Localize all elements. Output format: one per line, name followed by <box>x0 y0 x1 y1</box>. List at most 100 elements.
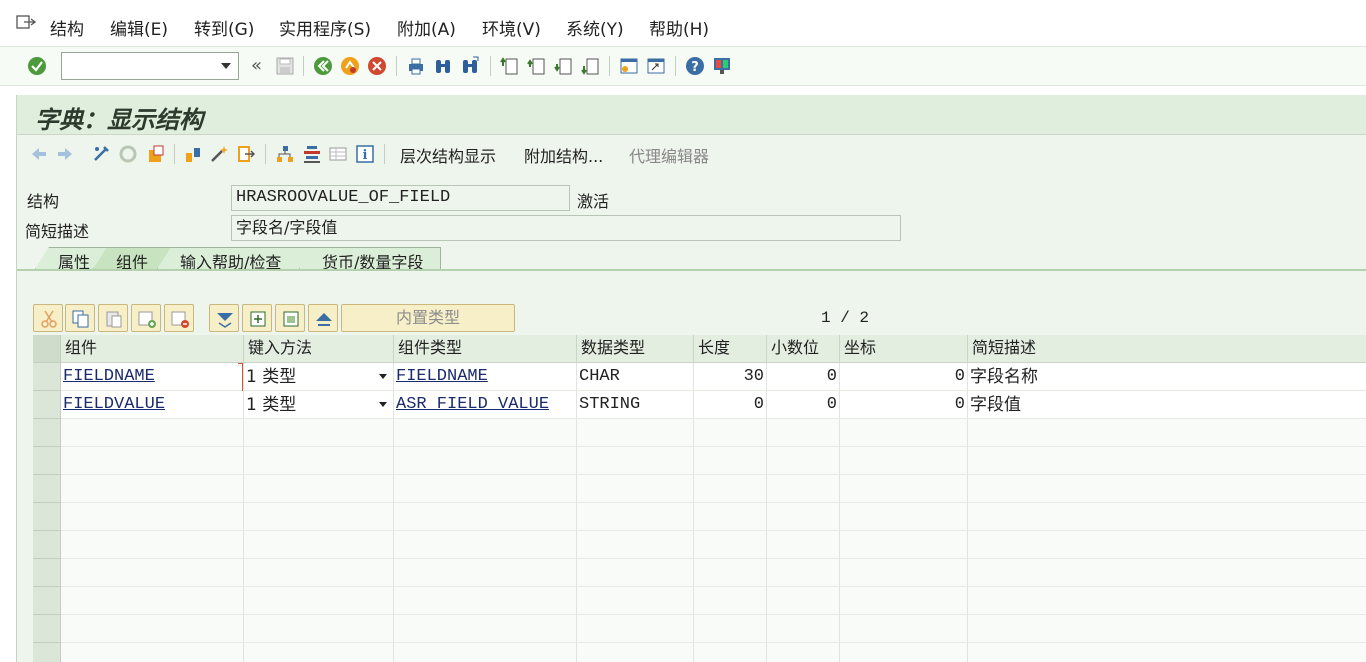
column-header[interactable]: 组件 <box>61 335 244 363</box>
dropdown-arrow-icon[interactable] <box>379 402 387 407</box>
filter-button[interactable] <box>209 304 239 332</box>
empty-cell[interactable] <box>61 531 244 559</box>
typing-method-cell[interactable]: 1 类型 <box>244 363 394 391</box>
empty-cell[interactable] <box>577 475 694 503</box>
collapse-button[interactable] <box>308 304 338 332</box>
component-name-cell[interactable]: FIELDNAME <box>61 363 244 391</box>
empty-cell[interactable] <box>394 419 577 447</box>
empty-cell[interactable] <box>61 447 244 475</box>
menu-edit[interactable]: 编辑(E) <box>110 15 168 40</box>
empty-cell[interactable] <box>244 503 394 531</box>
find-next-icon[interactable] <box>460 56 480 76</box>
short-desc-field[interactable]: 字段名/字段值 <box>231 215 901 241</box>
enter-icon[interactable] <box>27 56 47 76</box>
empty-cell[interactable] <box>767 531 840 559</box>
prev-page-icon[interactable] <box>527 56 547 76</box>
empty-cell[interactable] <box>694 587 767 615</box>
empty-cell[interactable] <box>840 503 968 531</box>
empty-cell[interactable] <box>968 475 1366 503</box>
first-page-icon[interactable] <box>500 56 520 76</box>
menu-extras[interactable]: 附加(A) <box>397 15 456 40</box>
empty-cell[interactable] <box>244 447 394 475</box>
empty-cell[interactable] <box>577 503 694 531</box>
empty-cell[interactable] <box>61 615 244 643</box>
menu-structure[interactable]: 结构 <box>50 15 84 40</box>
collapse-toolbar-icon[interactable]: « <box>251 55 262 76</box>
tab-currency-quantity[interactable]: 货币/数量字段 <box>299 247 441 269</box>
info-icon[interactable]: i <box>355 144 375 164</box>
dropdown-arrow-icon[interactable] <box>379 374 387 379</box>
empty-cell[interactable] <box>394 531 577 559</box>
typing-method-cell[interactable]: 1 类型 <box>244 391 394 419</box>
empty-cell[interactable] <box>694 643 767 662</box>
empty-cell[interactable] <box>767 447 840 475</box>
empty-cell[interactable] <box>840 475 968 503</box>
row-selector[interactable] <box>33 587 61 615</box>
row-selector[interactable] <box>33 419 61 447</box>
back-arrow-icon[interactable] <box>29 144 49 164</box>
command-input[interactable] <box>62 53 212 79</box>
empty-cell[interactable] <box>394 587 577 615</box>
insert-include-button[interactable] <box>242 304 272 332</box>
empty-cell[interactable] <box>394 559 577 587</box>
empty-cell[interactable] <box>968 559 1366 587</box>
empty-cell[interactable] <box>694 503 767 531</box>
command-field[interactable] <box>61 52 239 80</box>
empty-cell[interactable] <box>394 615 577 643</box>
column-header[interactable]: 坐标 <box>840 335 968 363</box>
empty-cell[interactable] <box>767 587 840 615</box>
menu-logo-icon[interactable] <box>16 14 36 30</box>
empty-cell[interactable] <box>968 503 1366 531</box>
empty-cell[interactable] <box>840 447 968 475</box>
column-header[interactable]: 简短描述 <box>968 335 1366 363</box>
component-type-cell[interactable]: ASR_FIELD_VALUE <box>394 391 577 419</box>
empty-cell[interactable] <box>840 615 968 643</box>
empty-cell[interactable] <box>61 503 244 531</box>
row-selector[interactable] <box>33 391 61 419</box>
empty-cell[interactable] <box>577 447 694 475</box>
delete-row-button[interactable] <box>164 304 194 332</box>
empty-cell[interactable] <box>840 531 968 559</box>
activate-icon[interactable] <box>146 144 166 164</box>
row-selector[interactable] <box>33 643 61 662</box>
empty-cell[interactable] <box>244 587 394 615</box>
empty-cell[interactable] <box>694 447 767 475</box>
table-view-icon[interactable] <box>328 144 348 164</box>
tab-input-help[interactable]: 输入帮助/检查 <box>157 247 323 269</box>
empty-cell[interactable] <box>577 587 694 615</box>
empty-cell[interactable] <box>968 587 1366 615</box>
row-selector[interactable] <box>33 615 61 643</box>
empty-cell[interactable] <box>61 419 244 447</box>
empty-cell[interactable] <box>840 643 968 662</box>
empty-cell[interactable] <box>61 587 244 615</box>
empty-cell[interactable] <box>577 559 694 587</box>
column-header[interactable]: 小数位 <box>767 335 840 363</box>
chevron-down-icon[interactable] <box>221 63 231 69</box>
empty-cell[interactable] <box>968 447 1366 475</box>
empty-cell[interactable] <box>767 419 840 447</box>
component-name-cell[interactable]: FIELDVALUE <box>61 391 244 419</box>
menu-environment[interactable]: 环境(V) <box>482 15 541 40</box>
empty-cell[interactable] <box>394 503 577 531</box>
empty-cell[interactable] <box>767 475 840 503</box>
display-change-icon[interactable] <box>92 144 112 164</box>
find-icon[interactable] <box>433 56 453 76</box>
column-header[interactable]: 长度 <box>694 335 767 363</box>
component-type-cell[interactable]: FIELDNAME <box>394 363 577 391</box>
magic-wand-icon[interactable] <box>209 144 229 164</box>
where-used-icon[interactable] <box>183 144 203 164</box>
empty-cell[interactable] <box>968 643 1366 662</box>
cut-button[interactable] <box>33 304 63 332</box>
row-selector[interactable] <box>33 447 61 475</box>
append-structure-button[interactable]: 附加结构... <box>524 143 603 167</box>
save-icon[interactable] <box>275 56 295 76</box>
print-icon[interactable] <box>406 56 426 76</box>
forward-arrow-icon[interactable] <box>55 144 75 164</box>
empty-cell[interactable] <box>61 475 244 503</box>
hierarchy-icon[interactable] <box>275 144 295 164</box>
copy-button[interactable] <box>65 304 95 332</box>
exit-icon[interactable] <box>340 56 360 76</box>
help-icon[interactable]: ? <box>685 56 705 76</box>
empty-cell[interactable] <box>840 559 968 587</box>
column-header[interactable]: 键入方法 <box>244 335 394 363</box>
